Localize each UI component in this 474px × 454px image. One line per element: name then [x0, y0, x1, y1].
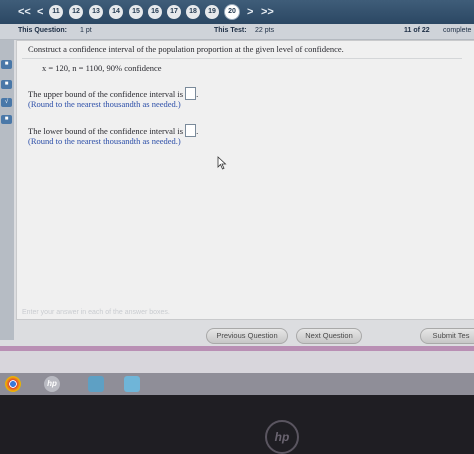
- hp-icon[interactable]: hp: [44, 376, 60, 392]
- status-strip: [0, 351, 474, 373]
- progress-complete-label: complete: [443, 27, 472, 34]
- lower-bound-period: .: [196, 126, 199, 136]
- upper-bound-hint: (Round to the nearest thousandth as need…: [28, 99, 181, 109]
- lower-bound-text: The lower bound of the confidence interv…: [28, 126, 184, 136]
- question-16-button[interactable]: 16: [148, 5, 162, 19]
- screen: << < 11 12 13 14 15 16 17 18 19 20 > >> …: [0, 0, 474, 395]
- info-bar: This Question: 1 pt This Test: 22 pts 11…: [0, 24, 474, 40]
- question-20-button[interactable]: 20: [225, 5, 239, 19]
- lower-bound-input[interactable]: [185, 124, 197, 137]
- question-15-button[interactable]: 15: [129, 5, 143, 19]
- question-11-button[interactable]: 11: [49, 5, 63, 19]
- answer-instruction: Enter your answer in each of the answer …: [22, 309, 170, 316]
- toolbar-icon-2[interactable]: ■: [1, 80, 12, 89]
- previous-question-button[interactable]: Previous Question: [206, 328, 288, 344]
- next-question-arrow[interactable]: >: [247, 5, 253, 19]
- toolbar-icon-1[interactable]: ■: [1, 60, 12, 69]
- question-14-button[interactable]: 14: [109, 5, 123, 19]
- given-values: x = 120, n = 1100, 90% confidence: [42, 63, 162, 73]
- cloud-icon[interactable]: [88, 376, 104, 392]
- toolbar-icon-3[interactable]: ■: [1, 115, 12, 124]
- question-17-button[interactable]: 17: [167, 5, 181, 19]
- question-nav-bar: << < 11 12 13 14 15 16 17 18 19 20 > >>: [0, 0, 474, 24]
- question-19-button[interactable]: 19: [205, 5, 219, 19]
- question-panel: [16, 40, 474, 320]
- lower-bound-hint: (Round to the nearest thousandth as need…: [28, 136, 181, 146]
- hp-logo: hp: [265, 420, 299, 454]
- upper-bound-period: .: [196, 89, 199, 99]
- sqrt-tool-icon[interactable]: √: [1, 98, 12, 107]
- first-question-button[interactable]: <<: [18, 5, 31, 19]
- mouse-cursor-icon: [217, 156, 227, 170]
- question-prompt: Construct a confidence interval of the p…: [28, 44, 344, 54]
- this-test-points: 22 pts: [255, 27, 275, 34]
- divider: [22, 58, 462, 59]
- this-question-label: This Question:: [18, 27, 67, 34]
- photos-icon[interactable]: [124, 376, 140, 392]
- upper-bound-input[interactable]: [185, 87, 197, 100]
- progress-count: 11 of 22: [404, 27, 430, 34]
- chrome-icon[interactable]: [5, 376, 21, 392]
- upper-bound-text: The upper bound of the confidence interv…: [28, 89, 184, 99]
- this-question-points: 1 pt: [80, 27, 92, 34]
- next-question-button[interactable]: Next Question: [296, 328, 362, 344]
- submit-test-button[interactable]: Submit Tes: [420, 328, 474, 344]
- left-toolbar: ■ ■ √ ■: [0, 40, 14, 340]
- taskbar: [0, 373, 474, 395]
- this-test-label: This Test:: [214, 27, 247, 34]
- last-question-button[interactable]: >>: [261, 5, 274, 19]
- prev-question-button[interactable]: <: [37, 5, 43, 19]
- question-13-button[interactable]: 13: [89, 5, 103, 19]
- question-12-button[interactable]: 12: [69, 5, 83, 19]
- question-18-button[interactable]: 18: [186, 5, 200, 19]
